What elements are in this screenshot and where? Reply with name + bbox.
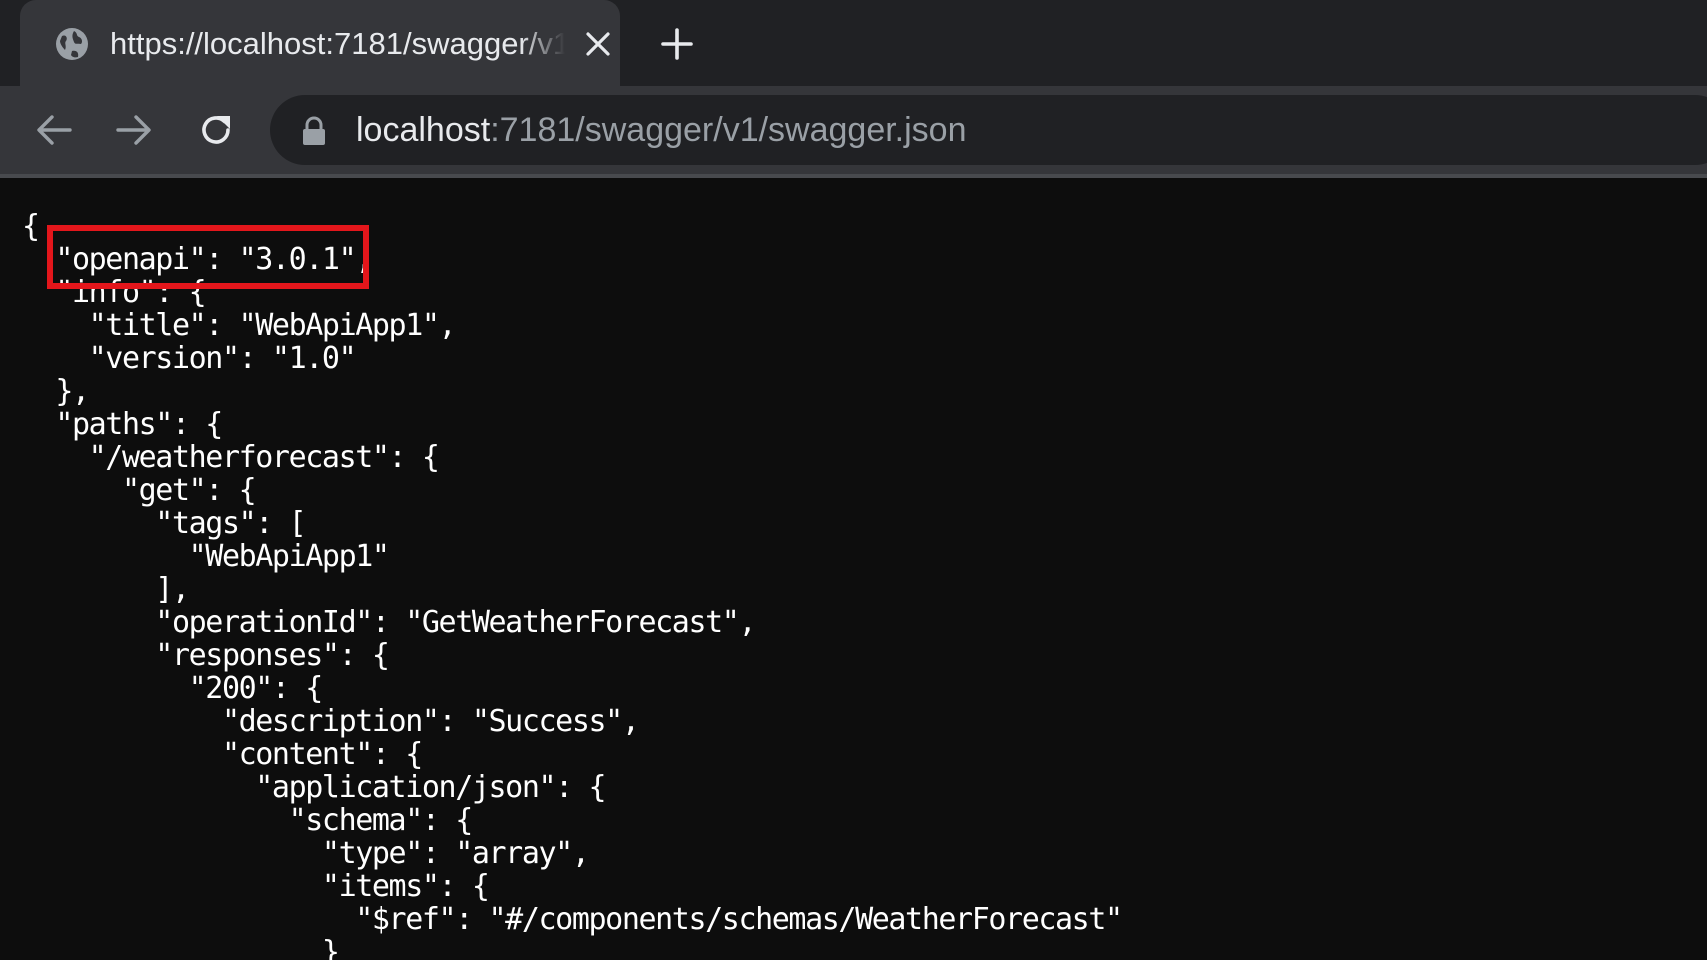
page-content: { "openapi": "3.0.1", "info": { "title":… bbox=[0, 178, 1707, 960]
plus-icon[interactable] bbox=[655, 22, 699, 66]
json-line: "paths": { bbox=[22, 407, 223, 442]
json-line: "items": { bbox=[22, 869, 490, 904]
json-line: { bbox=[22, 209, 40, 244]
json-document: { "openapi": "3.0.1", "info": { "title":… bbox=[22, 209, 1123, 960]
json-line: "schema": { bbox=[22, 803, 474, 838]
tab-title: https://localhost:7181/swagger/v1/swagge… bbox=[110, 26, 565, 61]
active-tab[interactable]: https://localhost:7181/swagger/v1/swagge… bbox=[20, 0, 620, 86]
json-line: "application/json": { bbox=[22, 770, 606, 805]
address-bar[interactable]: localhost:7181/swagger/v1/swagger.json bbox=[270, 95, 1707, 165]
json-line: "type": "array", bbox=[22, 836, 590, 871]
browser-window: https://localhost:7181/swagger/v1/swagge… bbox=[0, 0, 1707, 960]
url-path: :7181/swagger/v1/swagger.json bbox=[490, 111, 967, 149]
json-line: "WebApiApp1" bbox=[22, 539, 390, 574]
json-line: "title": "WebApiApp1", bbox=[22, 308, 457, 343]
url-host: localhost bbox=[356, 111, 491, 149]
json-line: "tags": [ bbox=[22, 506, 306, 541]
json-line: "/weatherforecast": { bbox=[22, 440, 440, 475]
lock-icon[interactable] bbox=[300, 116, 328, 146]
json-line: "content": { bbox=[22, 737, 423, 772]
json-line: "$ref": "#/components/schemas/WeatherFor… bbox=[22, 902, 1123, 937]
tab-title-fade bbox=[520, 20, 565, 68]
json-line: ], bbox=[22, 572, 190, 607]
json-line: } bbox=[22, 935, 340, 960]
json-line: "responses": { bbox=[22, 638, 390, 673]
tab-strip: https://localhost:7181/swagger/v1/swagge… bbox=[0, 0, 1707, 86]
highlight-box bbox=[47, 225, 369, 289]
reload-icon[interactable] bbox=[192, 106, 240, 154]
json-line: "description": "Success", bbox=[22, 704, 640, 739]
json-line: "200": { bbox=[22, 671, 324, 706]
browser-toolbar: localhost:7181/swagger/v1/swagger.json bbox=[0, 86, 1707, 174]
json-line: "operationId": "GetWeatherForecast", bbox=[22, 605, 756, 640]
arrow-left-icon[interactable] bbox=[30, 106, 78, 154]
close-icon[interactable] bbox=[578, 24, 618, 64]
arrow-right-icon[interactable] bbox=[110, 106, 158, 154]
json-line: }, bbox=[22, 374, 90, 409]
json-line: "version": "1.0" bbox=[22, 341, 357, 376]
url-text[interactable]: localhost:7181/swagger/v1/swagger.json bbox=[356, 108, 967, 152]
json-line: "get": { bbox=[22, 473, 257, 508]
globe-icon bbox=[52, 24, 92, 64]
